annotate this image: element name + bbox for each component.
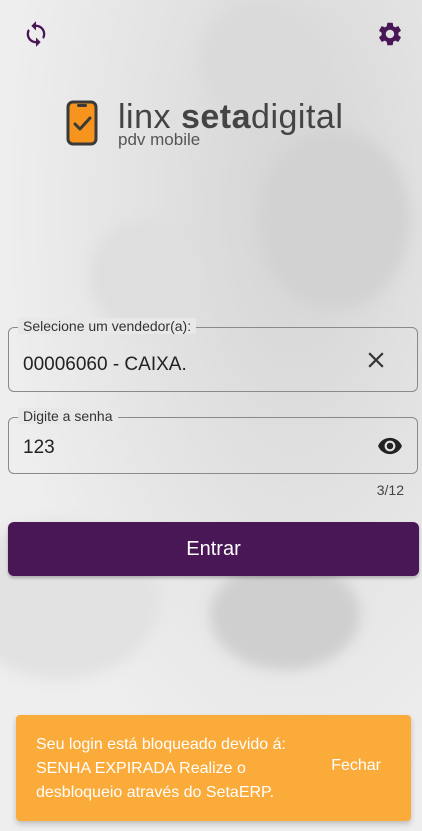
seller-value: 00006060 - CAIXA.: [23, 354, 187, 375]
close-icon[interactable]: [363, 347, 389, 373]
eye-icon[interactable]: [377, 433, 403, 459]
gear-icon[interactable]: [376, 20, 404, 48]
app-logo: linx setadigital pdv mobile: [66, 98, 366, 152]
password-label: Digite a senha: [18, 408, 118, 424]
password-value: 123: [23, 437, 55, 458]
seller-label: Selecione um vendedor(a):: [18, 318, 197, 334]
password-field[interactable]: Digite a senha 123: [8, 408, 418, 474]
snackbar-message: Seu login está bloqueado devido á: SENHA…: [36, 736, 286, 801]
seller-select[interactable]: Selecione um vendedor(a): 00006060 - CAI…: [8, 318, 418, 392]
snackbar-close-button[interactable]: Fechar: [331, 757, 381, 775]
enter-button[interactable]: Entrar: [8, 522, 419, 576]
phone-check-icon: [66, 100, 100, 146]
logo-subtitle: pdv mobile: [118, 130, 201, 149]
password-char-counter: 3/12: [376, 482, 404, 498]
refresh-icon[interactable]: [22, 20, 50, 48]
error-snackbar: Seu login está bloqueado devido á: SENHA…: [16, 715, 411, 821]
